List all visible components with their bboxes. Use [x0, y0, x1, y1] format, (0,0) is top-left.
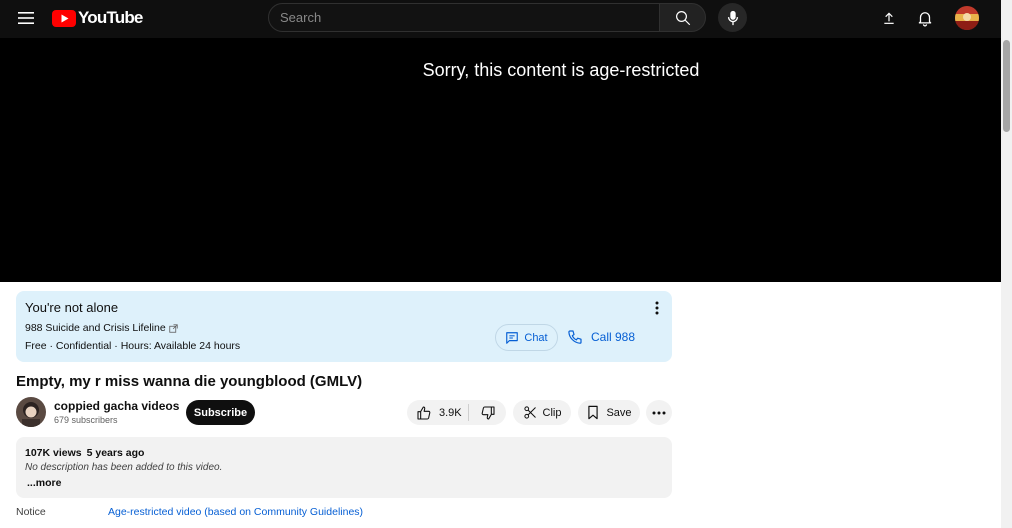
save-label: Save [606, 406, 632, 419]
crisis-more-options-icon[interactable] [650, 300, 664, 316]
crisis-org-link[interactable]: 988 Suicide and Crisis Lifeline [25, 322, 178, 334]
channel-avatar[interactable] [16, 397, 46, 427]
account-avatar[interactable] [955, 6, 979, 30]
subscriber-count: 679 subscribers [54, 415, 118, 425]
clip-button[interactable]: Clip [513, 400, 571, 425]
crisis-panel-title: You're not alone [25, 300, 119, 315]
search-button[interactable] [659, 3, 706, 32]
scissors-icon [523, 406, 536, 419]
upload-age: 5 years ago [86, 447, 145, 459]
thumbs-up-icon [417, 405, 431, 420]
page-scrollbar-thumb[interactable] [1003, 40, 1010, 132]
search-input[interactable] [269, 4, 659, 31]
notice-label: Notice [16, 506, 46, 518]
description-meta: 107K views 5 years ago [25, 447, 144, 459]
call-label: Call 988 [591, 330, 636, 344]
youtube-logo[interactable]: YouTube [52, 8, 143, 28]
clip-label: Clip [542, 406, 562, 419]
youtube-play-logo-icon [52, 9, 76, 27]
bookmark-icon [588, 405, 599, 420]
chat-button[interactable]: Chat [495, 324, 558, 351]
video-title: Empty, my r miss wanna die youngblood (G… [16, 373, 363, 390]
avatar-image-icon [955, 6, 979, 30]
search-box [268, 3, 660, 32]
dislike-button[interactable] [469, 400, 506, 425]
more-actions-button[interactable] [646, 400, 672, 425]
like-count: 3.9K [439, 406, 462, 419]
crisis-details: Free · Confidential · Hours: Available 2… [25, 340, 241, 352]
view-count: 107K views [25, 447, 82, 459]
logo-text: YouTube [78, 8, 143, 27]
call-button[interactable]: Call 988 [567, 327, 635, 347]
microphone-icon [727, 10, 738, 25]
upload-button[interactable] [878, 7, 900, 29]
channel-avatar-image-icon [16, 397, 46, 427]
like-button[interactable]: 3.9K [407, 400, 468, 425]
like-dislike-group: 3.9K [407, 400, 506, 425]
age-restricted-message: Sorry, this content is age-restricted [422, 60, 700, 80]
notice-guidelines-link[interactable]: Age-restricted video (based on Community… [108, 506, 363, 518]
search-icon [675, 10, 690, 25]
channel-name[interactable]: coppied gacha videos [54, 399, 179, 413]
top-bar: YouTube [0, 0, 1001, 38]
description-box[interactable]: 107K views 5 years ago No description has… [16, 437, 672, 498]
external-link-icon [169, 323, 178, 333]
voice-search-button[interactable] [718, 3, 747, 32]
phone-icon [568, 330, 582, 344]
chat-icon [506, 331, 519, 344]
save-button[interactable]: Save [578, 400, 640, 425]
crisis-org-name: 988 Suicide and Crisis Lifeline [25, 322, 166, 334]
hamburger-menu-icon[interactable] [14, 6, 38, 30]
bell-icon [918, 12, 932, 27]
description-more-link[interactable]: ...more [27, 477, 61, 489]
notifications-button[interactable] [914, 7, 936, 29]
thumbs-down-icon [481, 405, 495, 420]
chat-label: Chat [524, 331, 548, 344]
upload-icon [884, 12, 894, 24]
subscribe-button[interactable]: Subscribe [186, 400, 255, 425]
more-horizontal-icon [652, 411, 666, 414]
video-player[interactable]: Sorry, this content is age-restricted [0, 38, 1001, 282]
description-text: No description has been added to this vi… [25, 462, 223, 473]
crisis-resource-panel: You're not alone 988 Suicide and Crisis … [16, 291, 672, 362]
